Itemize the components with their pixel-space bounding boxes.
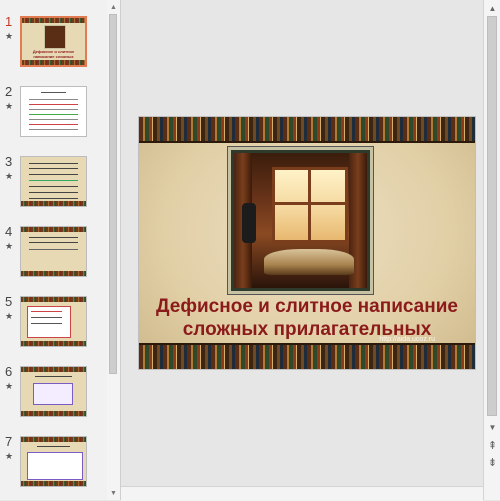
main-vertical-scrollbar[interactable]: ▲ ▼ ⇞ ⇟ (483, 0, 500, 500)
slide-thumbnail-row-6[interactable]: 6 ★ (0, 364, 107, 426)
slide-number: 1 (5, 14, 13, 29)
slide-thumbnail-row-2[interactable]: 2 ★ (0, 84, 107, 146)
slide-thumbnail-row-1[interactable]: 1 ★ Дефисное и слитное написание сложных… (0, 14, 107, 76)
slide-thumbnail-6[interactable] (20, 366, 87, 417)
next-slide-icon[interactable]: ⇟ (486, 455, 499, 469)
slide-thumbnail-2[interactable] (20, 86, 87, 137)
main-horizontal-scrollbar[interactable] (121, 486, 483, 501)
slide-number: 6 (5, 364, 13, 379)
scrollbar-thumb[interactable] (109, 14, 117, 374)
slide-title[interactable]: Дефисное и слитное написание сложных при… (145, 295, 469, 341)
slide-number: 4 (5, 224, 13, 239)
bookshelf-border-top (139, 117, 475, 143)
animation-star-icon: ★ (5, 171, 14, 181)
slide-number: 7 (5, 434, 13, 449)
previous-slide-icon[interactable]: ⇞ (486, 438, 499, 452)
scroll-up-arrow-icon[interactable]: ▲ (486, 1, 499, 15)
window-illustration (272, 167, 348, 243)
slide-title-line-1: Дефисное и слитное написание (156, 296, 458, 317)
telephone-illustration (242, 203, 256, 243)
slide-thumbnail-row-3[interactable]: 3 ★ (0, 154, 107, 216)
slide-thumbnail-panel: 1 ★ Дефисное и слитное написание сложных… (0, 0, 108, 500)
slide-thumbnail-1[interactable]: Дефисное и слитное написание сложных при… (20, 16, 87, 67)
scrollbar-thumb[interactable] (487, 16, 497, 416)
animation-star-icon: ★ (5, 31, 14, 41)
animation-star-icon: ★ (5, 451, 14, 461)
slide-thumbnail-3[interactable] (20, 156, 87, 207)
slide-thumbnail-row-5[interactable]: 5 ★ (0, 294, 107, 356)
slide-thumbnail-row-4[interactable]: 4 ★ (0, 224, 107, 286)
bookshelf-border-bottom (139, 343, 475, 369)
scroll-down-arrow-icon[interactable]: ▼ (486, 420, 499, 434)
animation-star-icon: ★ (5, 101, 14, 111)
scroll-down-arrow-icon[interactable]: ▼ (108, 487, 119, 499)
current-slide[interactable]: Дефисное и слитное написание сложных при… (138, 116, 476, 370)
slide-thumbnail-row-7[interactable]: 7 ★ (0, 434, 107, 496)
window-books-picture (227, 146, 374, 295)
slide-number: 2 (5, 84, 13, 99)
slide-number: 5 (5, 294, 13, 309)
animation-star-icon: ★ (5, 381, 14, 391)
source-watermark: http://aida.ucoz.ru (379, 336, 435, 343)
slide-thumbnail-5[interactable] (20, 296, 87, 347)
slide-number: 3 (5, 154, 13, 169)
animation-star-icon: ★ (5, 311, 14, 321)
animation-star-icon: ★ (5, 241, 14, 251)
scroll-up-arrow-icon[interactable]: ▲ (108, 1, 119, 13)
thumbnail-scrollbar[interactable]: ▲ ▼ (107, 0, 121, 500)
slide-thumbnail-7[interactable] (20, 436, 87, 487)
open-book-illustration (264, 249, 354, 275)
slide-thumbnail-4[interactable] (20, 226, 87, 277)
